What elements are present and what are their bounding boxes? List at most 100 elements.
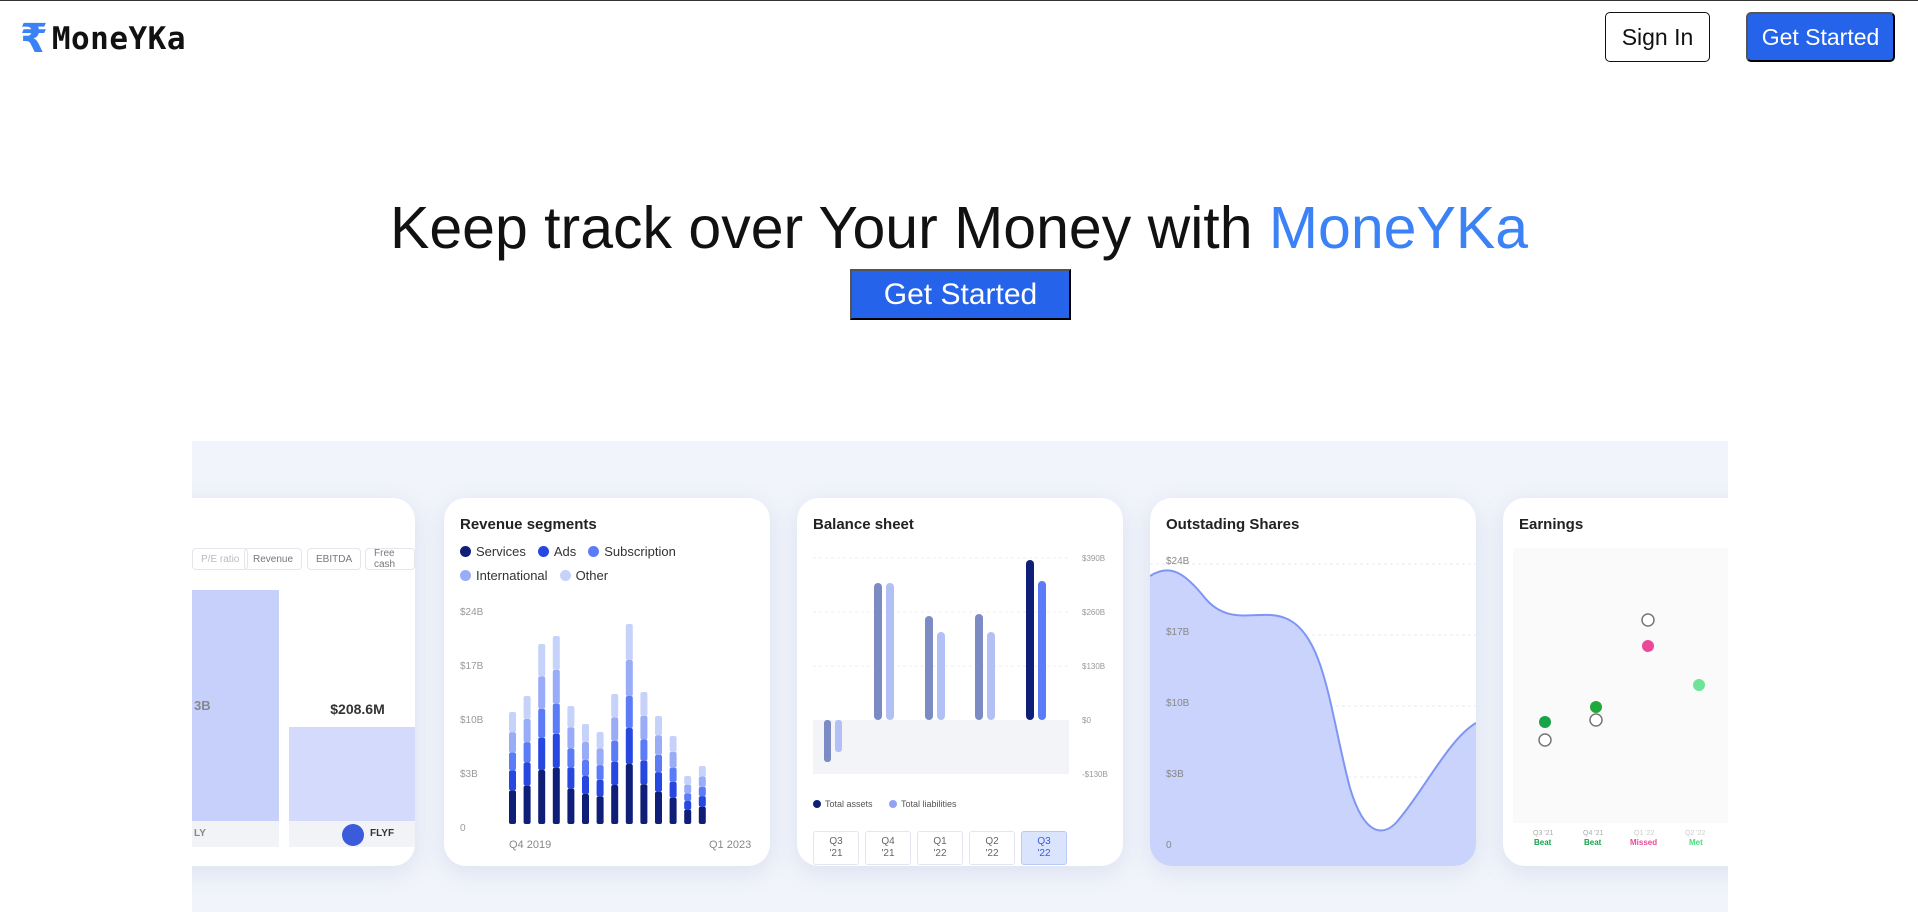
dashboard-showcase: l P/E ratio Revenue EBITDA Free cash 3B … xyxy=(192,441,1728,912)
earn-q-0: Q3 '21 xyxy=(1533,830,1554,837)
shares-ytick-3: $3B xyxy=(1166,769,1184,780)
rev-bar-11-seg-3 xyxy=(669,751,677,768)
bal-bar-5-assets xyxy=(1026,560,1034,720)
rev-bar-12-seg-1 xyxy=(684,800,692,810)
shares-ytick-0: $24B xyxy=(1166,556,1190,567)
rev-bar-7-seg-3 xyxy=(611,717,619,741)
rev-bar-10-seg-0 xyxy=(655,791,662,824)
quarter-q3-21[interactable]: Q3'21 xyxy=(813,831,859,865)
rev-x-end: Q1 2023 xyxy=(709,839,751,851)
earnings-act-q1-22 xyxy=(1642,640,1654,652)
quarter-q2-22[interactable]: Q2'22 xyxy=(969,831,1015,865)
revenue-segments-card: Revenue segments Services Ads Subscripti… xyxy=(444,498,770,866)
right-bar xyxy=(289,727,415,821)
sign-in-button[interactable]: Sign In xyxy=(1605,12,1710,62)
bal-ytick-0: $390B xyxy=(1082,554,1105,563)
earn-s-1: Beat xyxy=(1584,838,1602,847)
rev-bar-12-seg-0 xyxy=(684,809,692,824)
rev-x-start: Q4 2019 xyxy=(509,839,551,851)
earn-s-0: Beat xyxy=(1534,838,1552,847)
rev-bar-6-seg-3 xyxy=(596,748,604,766)
earn-q-1: Q4 '21 xyxy=(1583,830,1604,837)
hero-get-started-button[interactable]: Get Started xyxy=(850,269,1071,320)
pill-ebitda[interactable]: EBITDA xyxy=(307,548,362,570)
rev-bar-1-seg-1 xyxy=(523,762,531,786)
rev-bar-4-seg-3 xyxy=(567,727,575,749)
shares-ytick-1: $17B xyxy=(1166,627,1190,638)
bal-ytick-2: $130B xyxy=(1082,662,1105,671)
hero-title-prefix: Keep track over Your Money with xyxy=(389,195,1269,261)
rev-bar-6-seg-2 xyxy=(596,765,604,780)
shares-ytick-4: 0 xyxy=(1166,840,1172,851)
quarter-q1-22[interactable]: Q1'22 xyxy=(917,831,963,865)
pill-pe-ratio[interactable]: P/E ratio xyxy=(192,548,249,570)
rev-ytick-4: 0 xyxy=(460,823,466,834)
earn-s-2: Missed xyxy=(1630,838,1657,847)
rev-bar-7-seg-0 xyxy=(611,785,619,824)
earnings-est-q3-21 xyxy=(1538,733,1552,747)
hero-title: Keep track over Your Money with MoneYKa xyxy=(0,194,1918,262)
left-ticker: LY xyxy=(194,828,206,839)
rev-bar-4-seg-1 xyxy=(567,767,575,789)
earnings-act-q3-21 xyxy=(1539,716,1551,728)
earnings-act-q2-22 xyxy=(1693,679,1705,691)
pill-free-cash[interactable]: Free cash xyxy=(365,548,415,570)
brand-name: MoneYKa xyxy=(51,21,186,57)
rev-bar-11-seg-2 xyxy=(669,767,677,782)
rev-bar-12-seg-3 xyxy=(684,784,692,794)
legend-assets-dot xyxy=(813,800,821,808)
rev-bar-5-seg-1 xyxy=(582,776,589,794)
rev-bar-4-seg-2 xyxy=(567,748,575,768)
bal-bar-4-assets xyxy=(975,614,983,720)
earn-q-3: Q2 '22 xyxy=(1685,830,1706,837)
earnings-chart: Q3 '21 Beat Q4 '21 Beat Q1 '22 Missed Q2… xyxy=(1513,548,1728,847)
bal-bar-1-liab xyxy=(835,720,842,752)
balance-chart: $390B $260B $130B $0 -$130B Total assets… xyxy=(813,554,1108,809)
rev-bar-3-seg-2 xyxy=(552,703,560,734)
earn-s-3: Met xyxy=(1689,838,1703,847)
bal-legend-liab: Total liabilities xyxy=(901,799,957,809)
brand-logo-link[interactable]: ₹ MoneYKa xyxy=(20,19,186,59)
hero-title-accent: MoneYKa xyxy=(1268,195,1529,261)
bal-ytick-4: -$130B xyxy=(1082,770,1108,779)
quarter-q4-21[interactable]: Q4'21 xyxy=(865,831,911,865)
quarter-q3-22[interactable]: Q3'22 xyxy=(1021,831,1067,865)
rev-bar-9-seg-0 xyxy=(640,784,648,824)
rev-bar-2-seg-4 xyxy=(538,644,546,677)
rev-bar-5-seg-2 xyxy=(582,760,589,776)
rev-bar-13-seg-1 xyxy=(698,796,706,807)
bal-ytick-1: $260B xyxy=(1082,608,1105,617)
rev-bar-9-seg-1 xyxy=(640,760,648,785)
valuation-card: l P/E ratio Revenue EBITDA Free cash 3B … xyxy=(192,498,415,866)
nav-get-started-button[interactable]: Get Started xyxy=(1746,12,1895,62)
rev-bar-3-seg-3 xyxy=(552,669,560,704)
bal-legend-assets: Total assets xyxy=(825,799,873,809)
left-bar-value: 3B xyxy=(194,698,211,713)
legend-liab-dot xyxy=(889,800,897,808)
rev-bar-8-seg-0 xyxy=(625,764,633,824)
rev-bar-8-seg-3 xyxy=(625,660,633,696)
rev-bar-5-seg-4 xyxy=(582,724,589,742)
shares-ytick-2: $10B xyxy=(1166,698,1190,709)
rev-bar-10-seg-1 xyxy=(655,772,662,792)
rev-bar-6-seg-4 xyxy=(596,732,604,749)
rev-ytick-1: $17B xyxy=(460,661,484,672)
earnings-card: Earnings Q3 '21 Beat Q4 '21 Beat Q1 '22 … xyxy=(1503,498,1728,866)
flyf-logo-icon xyxy=(342,824,364,846)
shares-area xyxy=(1150,570,1476,866)
rev-bar-12-seg-2 xyxy=(684,793,692,801)
rev-bar-10-seg-4 xyxy=(655,716,662,736)
bal-bar-2-assets xyxy=(874,583,882,720)
rev-bar-13-seg-3 xyxy=(698,776,706,787)
rev-bar-6-seg-0 xyxy=(596,796,604,824)
pill-revenue[interactable]: Revenue xyxy=(244,548,303,570)
bal-bar-3-assets xyxy=(925,616,933,720)
rev-bar-1-seg-0 xyxy=(523,785,531,824)
rev-bar-1-seg-2 xyxy=(523,742,531,763)
rev-bar-12-seg-4 xyxy=(684,776,692,785)
earn-q-2: Q1 '22 xyxy=(1634,830,1655,837)
rupee-icon: ₹ xyxy=(20,16,48,62)
rev-bar-10-seg-2 xyxy=(655,754,662,773)
rev-bar-0-seg-1 xyxy=(509,770,516,791)
rev-bar-1-seg-3 xyxy=(523,719,531,743)
